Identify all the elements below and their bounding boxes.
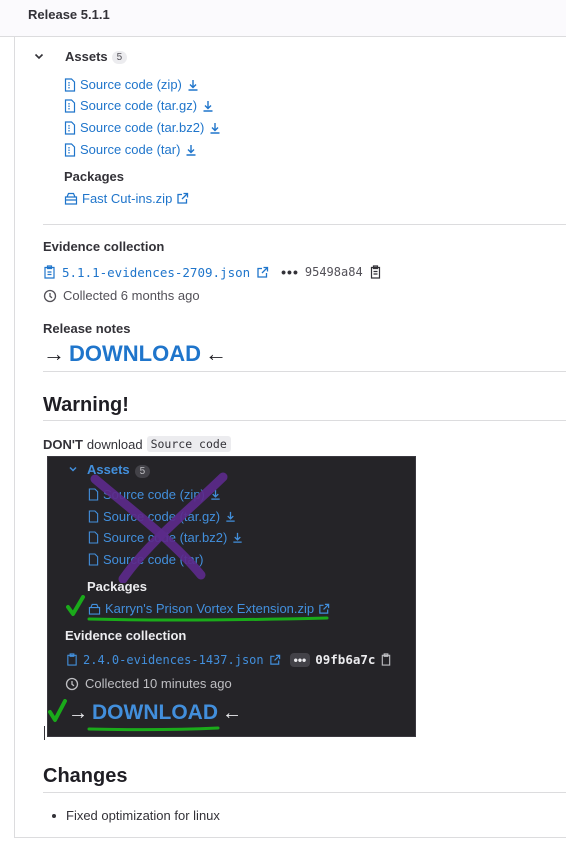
shot-evidence-row: 2.4.0-evidences-1437.json ••• 09fb6a7c (66, 652, 392, 667)
divider (43, 371, 566, 372)
download-icon (186, 144, 196, 156)
external-link-icon (269, 654, 280, 665)
divider (43, 420, 566, 421)
shot-package-label: Karryn's Prison Vortex Extension.zip (105, 601, 315, 616)
assets-count-badge: 5 (111, 51, 128, 64)
change-text: Fixed optimization for linux (66, 808, 220, 823)
shot-collected-text: Collected 10 minutes ago (85, 676, 232, 691)
shot-arrow-right: → (68, 701, 88, 724)
dont-text: DON'T (43, 436, 83, 452)
source-code-chip: Source code (146, 436, 231, 452)
file-zip-icon (64, 142, 76, 157)
changes-heading: Changes (43, 765, 128, 787)
underline-mark (87, 726, 220, 732)
file-zip-icon (64, 77, 76, 92)
assets-label: Assets (65, 49, 108, 64)
evidence-sha: 95498a84 (304, 265, 363, 279)
more-button[interactable]: ••• (281, 264, 299, 280)
evidence-file-link[interactable]: 5.1.1-evidences-2709.json (62, 265, 250, 280)
embedded-screenshot: Assets 5 Source code (zip) Source code (t… (47, 456, 416, 737)
warning-heading: Warning! (43, 394, 129, 416)
release-title: Release 5.1.1 (28, 7, 110, 22)
list-item: Fixed optimization for linux (52, 808, 220, 823)
shot-more-button: ••• (289, 652, 311, 667)
cross-mark (90, 472, 228, 583)
evidence-label: Evidence collection (43, 239, 165, 254)
divider (14, 837, 566, 838)
clipboard-icon (44, 265, 55, 279)
shot-download-line: → DOWNLOAD ← (68, 701, 242, 725)
download-icon (210, 122, 220, 134)
evidence-row: 5.1.1-evidences-2709.json ••• 95498a84 (43, 264, 382, 280)
check-icon (66, 595, 85, 616)
external-link-icon (319, 603, 330, 614)
divider (43, 792, 566, 793)
clock-icon (65, 677, 79, 690)
release-header: Release 5.1.1 (0, 0, 566, 37)
clipboard-icon (67, 653, 77, 666)
copy-icon[interactable] (369, 265, 382, 279)
external-link-icon (177, 192, 189, 204)
package-icon (88, 603, 101, 615)
asset-link-tar[interactable]: Source code (tar) (64, 142, 198, 157)
release-notes-label: Release notes (43, 321, 131, 336)
package-icon (64, 192, 78, 205)
shot-collected-row: Collected 10 minutes ago (65, 676, 232, 691)
packages-label: Packages (64, 169, 124, 184)
shot-packages-label: Packages (87, 579, 147, 594)
asset-label: Source code (tar) (80, 142, 181, 157)
dont-line: DON'T download Source code (43, 436, 231, 452)
download-line: → DOWNLOAD ← (43, 341, 227, 367)
download-icon (188, 79, 198, 91)
bullet-icon (52, 813, 56, 818)
clock-icon (43, 289, 57, 302)
package-label: Fast Cut-ins.zip (82, 191, 173, 206)
file-zip-icon (64, 120, 76, 135)
shot-package-link: Karryn's Prison Vortex Extension.zip (88, 601, 330, 616)
download-icon (203, 100, 213, 112)
asset-link-zip[interactable]: Source code (zip) (64, 77, 200, 92)
shot-sha: 09fb6a7c (315, 652, 376, 667)
download-word: download (86, 436, 143, 452)
shot-evidence-label: Evidence collection (65, 628, 187, 643)
underline-mark (87, 616, 329, 622)
copy-icon (382, 653, 391, 666)
shot-evidence-file: 2.4.0-evidences-1437.json (83, 652, 264, 667)
file-zip-icon (64, 98, 76, 113)
asset-link-targz[interactable]: Source code (tar.gz) (64, 98, 215, 113)
asset-label: Source code (tar.bz2) (80, 120, 205, 135)
collected-row: Collected 6 months ago (43, 288, 200, 303)
shot-arrow-left: ← (221, 701, 242, 724)
shot-download-text: DOWNLOAD (92, 701, 218, 724)
collected-text: Collected 6 months ago (63, 288, 200, 303)
chevron-down-icon[interactable] (33, 50, 45, 62)
assets-toggle[interactable]: Assets 5 (65, 49, 128, 64)
divider (43, 224, 566, 225)
arrow-right-icon: → (43, 341, 65, 366)
external-link-icon[interactable] (256, 266, 269, 279)
asset-link-tarbz2[interactable]: Source code (tar.bz2) (64, 120, 222, 135)
asset-label: Source code (zip) (80, 77, 182, 92)
check-icon (48, 699, 67, 722)
asset-label: Source code (tar.gz) (80, 98, 198, 113)
package-link[interactable]: Fast Cut-ins.zip (64, 191, 189, 206)
download-link[interactable]: DOWNLOAD (69, 341, 201, 367)
text-cursor (44, 726, 45, 740)
arrow-left-icon: ← (204, 341, 227, 366)
